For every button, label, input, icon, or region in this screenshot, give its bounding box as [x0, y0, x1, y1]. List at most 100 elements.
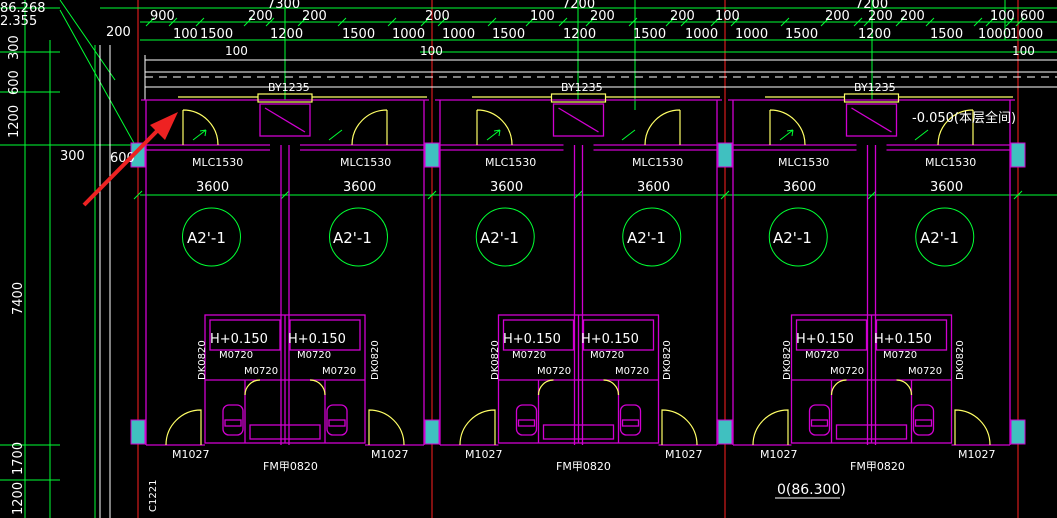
dim-text: 1500	[633, 27, 666, 42]
dim-text: 1000	[685, 27, 718, 42]
m0720-label: M0720	[297, 350, 331, 361]
column-body	[424, 142, 440, 168]
bay-width-label: 3600	[930, 180, 963, 195]
column	[424, 142, 440, 168]
column-body	[1010, 142, 1026, 168]
column	[1010, 142, 1026, 168]
fm-door-label: FM甲0820	[263, 460, 318, 473]
h-level-label: H+0.150	[796, 332, 854, 347]
m0720-label: M0720	[805, 350, 839, 361]
dim-text: 100	[173, 27, 198, 42]
dim-text: 200	[868, 9, 893, 24]
mlc-window-label: MLC1530	[925, 156, 976, 169]
m0720-label: M0720	[830, 366, 864, 377]
bay-width-label: 3600	[196, 180, 229, 195]
column-body	[1010, 419, 1026, 445]
h-level-label: H+0.150	[503, 332, 561, 347]
dim-text: 100	[225, 44, 248, 58]
h-level-label: H+0.150	[581, 332, 639, 347]
m0720-label: M0720	[219, 350, 253, 361]
dim-text: 200	[670, 9, 695, 24]
dim-text: 200	[425, 9, 450, 24]
column-body	[717, 142, 733, 168]
dim-text: 1500	[492, 27, 525, 42]
bay-width-label: 3600	[343, 180, 376, 195]
column-body	[130, 419, 146, 445]
dim-text: 200	[302, 9, 327, 24]
m0720-label: M0720	[322, 366, 356, 377]
door-label: M1027	[665, 448, 703, 461]
dim-text: 1500	[785, 27, 818, 42]
room-tag-label: A2'-1	[333, 229, 372, 247]
bay-width-label: 3600	[783, 180, 816, 195]
bay-width-label: 3600	[490, 180, 523, 195]
m0720-label: M0720	[590, 350, 624, 361]
door-label: M1027	[172, 448, 210, 461]
by-window-label: BY1235	[268, 81, 310, 94]
dim-text: 100	[530, 9, 555, 24]
m0720-label: M0720	[883, 350, 917, 361]
dim-text: 300	[60, 149, 85, 164]
dim-text: 300	[7, 35, 22, 60]
dim-text: 7400	[11, 282, 26, 315]
c-label: C1221	[148, 480, 159, 512]
dim-text: 1500	[342, 27, 375, 42]
dim-text: 600	[7, 70, 22, 95]
dim-text: 200	[825, 9, 850, 24]
fm-door-label: FM甲0820	[556, 460, 611, 473]
column	[717, 142, 733, 168]
dim-text: 1500	[200, 27, 233, 42]
elevation-note: -0.050(本层全间)	[912, 110, 1016, 126]
fm-door-label: FM甲0820	[850, 460, 905, 473]
column	[424, 419, 440, 445]
m0720-label: M0720	[615, 366, 649, 377]
dim-text: 1000	[442, 27, 475, 42]
dim-text: 200	[900, 9, 925, 24]
h-level-label: H+0.150	[210, 332, 268, 347]
room-tag-label: A2'-1	[627, 229, 666, 247]
dim-text: 1000	[735, 27, 768, 42]
dk-label: DK0820	[782, 340, 793, 380]
dk-label: DK0820	[197, 340, 208, 380]
dim-text: 100	[715, 9, 740, 24]
m0720-label: M0720	[537, 366, 571, 377]
canvas-background	[0, 0, 1057, 518]
dim-text: 1500	[930, 27, 963, 42]
by-window-label: BY1235	[854, 81, 896, 94]
m0720-label: M0720	[512, 350, 546, 361]
dim-text: 1000	[978, 27, 1011, 42]
door-label: M1027	[371, 448, 409, 461]
dim-text: 600	[1020, 9, 1045, 24]
column	[1010, 419, 1026, 445]
door-label: M1027	[958, 448, 996, 461]
mlc-window-label: MLC1530	[778, 156, 829, 169]
dk-label: DK0820	[955, 340, 966, 380]
mlc-window-label: MLC1530	[192, 156, 243, 169]
h-level-label: H+0.150	[874, 332, 932, 347]
dim-text: 900	[150, 9, 175, 24]
dim-text: 100	[420, 44, 443, 58]
level-label: 0(86.300)	[777, 482, 846, 498]
dim-text: 1700	[11, 442, 26, 475]
column-body	[717, 419, 733, 445]
dim-text: 100	[1012, 44, 1035, 58]
dim-text: 1200	[270, 27, 303, 42]
dk-label: DK0820	[490, 340, 501, 380]
by-window-label: BY1235	[561, 81, 603, 94]
room-tag-label: A2'-1	[480, 229, 519, 247]
column-body	[424, 419, 440, 445]
dim-text: 1200	[858, 27, 891, 42]
m0720-label: M0720	[908, 366, 942, 377]
column	[130, 419, 146, 445]
dim-text: 1000	[392, 27, 425, 42]
dk-label: DK0820	[370, 340, 381, 380]
cad-floor-plan-canvas[interactable]: BY1235 BY1235 BY1235 MLC1530 MLC1530 MLC1530 M…	[0, 0, 1057, 518]
dim-text: 200	[106, 25, 131, 40]
door-label: M1027	[760, 448, 798, 461]
dim-text: 200	[248, 9, 273, 24]
room-tag-label: A2'-1	[773, 229, 812, 247]
dim-text: 1200	[7, 105, 22, 138]
dim-text: 200	[590, 9, 615, 24]
dim-text: 100	[990, 9, 1015, 24]
dim-text: 1000	[1010, 27, 1043, 42]
